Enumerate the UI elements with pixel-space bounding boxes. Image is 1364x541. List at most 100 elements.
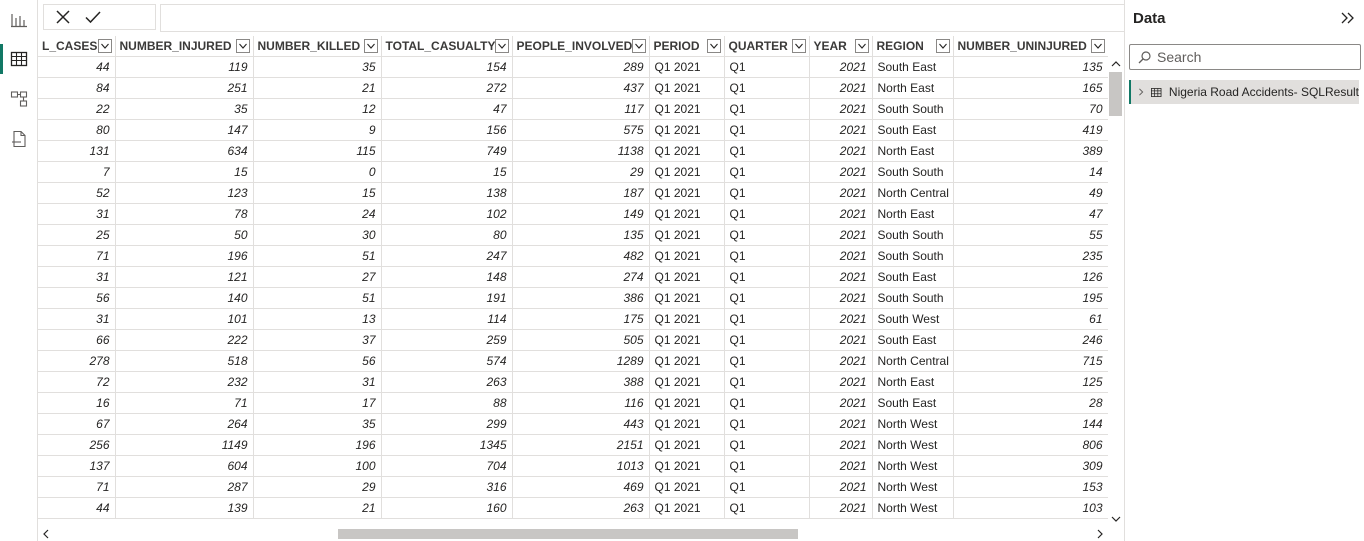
table-cell[interactable]: 35 [253,413,382,435]
table-cell[interactable]: 35 [115,98,254,120]
table-cell[interactable]: North East [872,77,954,99]
scroll-right-icon[interactable] [1095,529,1105,539]
table-cell[interactable]: 56 [38,287,116,309]
table-cell[interactable]: Q1 [724,413,810,435]
table-cell[interactable]: 15 [115,161,254,183]
table-cell[interactable]: 7 [38,161,116,183]
scroll-up-icon[interactable] [1111,59,1121,69]
table-cell[interactable]: 51 [253,245,382,267]
table-cell[interactable]: Q1 2021 [649,119,725,141]
table-tree-item[interactable]: Nigeria Road Accidents- SQLResult [1129,80,1359,104]
table-cell[interactable]: 2021 [809,350,873,372]
table-row[interactable]: 31 121 27 148 274 Q1 2021 Q1 2021 South East 126 [38,266,1108,288]
table-cell[interactable]: Q1 [724,140,810,162]
table-cell[interactable]: 806 [953,434,1108,456]
table-cell[interactable]: North East [872,203,954,225]
table-cell[interactable]: 25 [38,224,116,246]
filter-dropdown-icon[interactable] [935,39,950,53]
table-row[interactable]: 278 518 56 574 1289 Q1 2021 Q1 2021 North Centra… [38,350,1108,372]
table-cell[interactable]: 175 [512,308,650,330]
table-cell[interactable]: Q1 [724,98,810,120]
table-cell[interactable]: 21 [253,77,382,99]
model-view-button[interactable] [0,80,38,118]
table-cell[interactable]: 72 [38,371,116,393]
table-row[interactable]: 16 71 17 88 116 Q1 2021 Q1 2021 South East 28 [38,392,1108,414]
filter-dropdown-icon[interactable] [1090,39,1105,53]
table-cell[interactable]: 80 [381,224,513,246]
table-cell[interactable]: Q1 2021 [649,161,725,183]
table-cell[interactable]: 309 [953,455,1108,477]
table-cell[interactable]: Q1 2021 [649,224,725,246]
table-cell[interactable]: 78 [115,203,254,225]
table-cell[interactable]: 70 [953,98,1108,120]
table-cell[interactable]: 518 [115,350,254,372]
table-cell[interactable]: North Central [872,350,954,372]
table-cell[interactable]: 443 [512,413,650,435]
table-cell[interactable]: Q1 [724,161,810,183]
table-cell[interactable]: Q1 [724,119,810,141]
table-cell[interactable]: 389 [953,140,1108,162]
table-cell[interactable]: 37 [253,329,382,351]
table-cell[interactable]: 2021 [809,161,873,183]
table-cell[interactable]: North West [872,497,954,519]
table-cell[interactable]: 2021 [809,329,873,351]
table-cell[interactable]: 55 [953,224,1108,246]
table-cell[interactable]: Q1 2021 [649,77,725,99]
table-row[interactable]: 22 35 12 47 117 Q1 2021 Q1 2021 South South 70 [38,98,1108,120]
table-cell[interactable]: 160 [381,497,513,519]
table-cell[interactable]: North West [872,413,954,435]
table-cell[interactable]: 165 [953,77,1108,99]
table-cell[interactable]: South South [872,98,954,120]
table-cell[interactable]: Q1 [724,224,810,246]
table-cell[interactable]: 29 [512,161,650,183]
table-cell[interactable]: 66 [38,329,116,351]
table-cell[interactable]: 232 [115,371,254,393]
table-cell[interactable]: 2021 [809,56,873,78]
table-cell[interactable]: 749 [381,140,513,162]
table-cell[interactable]: Q1 [724,329,810,351]
filter-dropdown-icon[interactable] [854,39,869,53]
table-cell[interactable]: Q1 [724,245,810,267]
table-cell[interactable]: 2021 [809,413,873,435]
table-cell[interactable]: 52 [38,182,116,204]
column-header[interactable]: YEAR [809,36,873,57]
table-cell[interactable]: North West [872,434,954,456]
table-row[interactable]: 67 264 35 299 443 Q1 2021 Q1 2021 North West 144 [38,413,1108,435]
table-cell[interactable]: Q1 [724,371,810,393]
table-cell[interactable]: 135 [512,224,650,246]
table-row[interactable]: 80 147 9 156 575 Q1 2021 Q1 2021 South East 419 [38,119,1108,141]
column-header[interactable]: REGION [872,36,954,57]
table-cell[interactable]: 251 [115,77,254,99]
filter-dropdown-icon[interactable] [494,39,509,53]
dax-query-view-button[interactable] [0,120,38,158]
table-cell[interactable]: 121 [115,266,254,288]
table-cell[interactable]: Q1 2021 [649,434,725,456]
table-cell[interactable]: 9 [253,119,382,141]
table-cell[interactable]: 247 [381,245,513,267]
cancel-icon[interactable] [54,8,72,26]
table-cell[interactable]: 196 [253,434,382,456]
table-cell[interactable]: 47 [381,98,513,120]
table-cell[interactable]: 24 [253,203,382,225]
table-cell[interactable]: 191 [381,287,513,309]
filter-dropdown-icon[interactable] [235,39,250,53]
column-header[interactable]: L_CASES [38,36,116,57]
table-cell[interactable]: Q1 [724,203,810,225]
table-cell[interactable]: 2021 [809,119,873,141]
table-cell[interactable]: 17 [253,392,382,414]
table-cell[interactable]: South East [872,392,954,414]
table-cell[interactable]: 31 [38,203,116,225]
table-cell[interactable]: 114 [381,308,513,330]
table-row[interactable]: 52 123 15 138 187 Q1 2021 Q1 2021 North Central 4… [38,182,1108,204]
table-cell[interactable]: Q1 2021 [649,329,725,351]
table-cell[interactable]: 31 [253,371,382,393]
table-cell[interactable]: 16 [38,392,116,414]
scroll-left-icon[interactable] [41,529,51,539]
table-cell[interactable]: 125 [953,371,1108,393]
table-row[interactable]: 71 287 29 316 469 Q1 2021 Q1 2021 North West 153 [38,476,1108,498]
table-cell[interactable]: South East [872,56,954,78]
table-cell[interactable]: 138 [381,182,513,204]
chevron-right-icon[interactable] [1137,87,1145,97]
table-cell[interactable]: 235 [953,245,1108,267]
table-cell[interactable]: Q1 2021 [649,266,725,288]
